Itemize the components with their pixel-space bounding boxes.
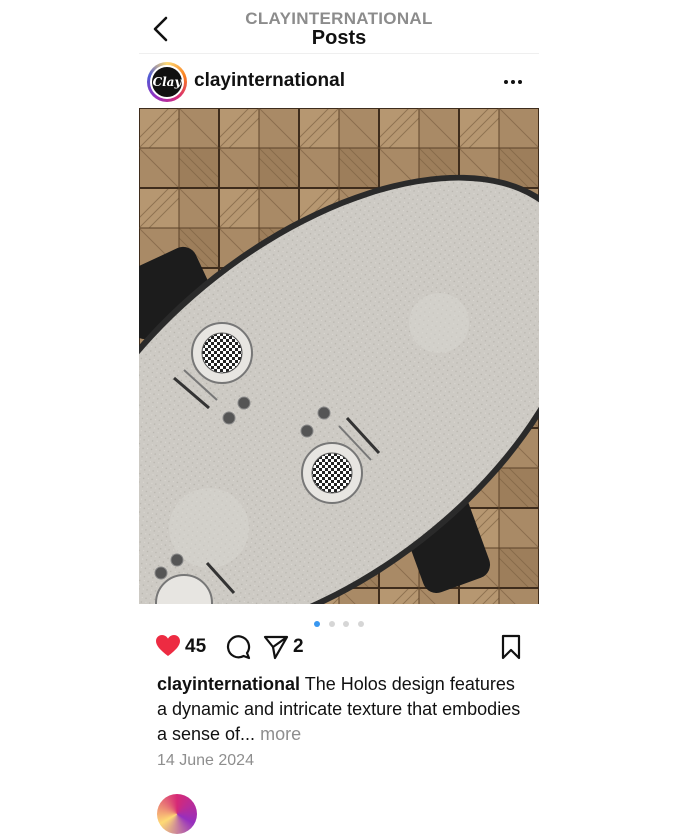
avatar[interactable]: Clay [147, 62, 187, 102]
carousel-dot [357, 621, 364, 627]
post-header: Clay clayinternational [139, 60, 539, 104]
more-options-button[interactable] [501, 72, 525, 92]
post-username[interactable]: clayinternational [194, 70, 345, 92]
top-bar: CLAYINTERNATIONAL Posts [139, 0, 539, 54]
post-image[interactable] [139, 108, 539, 604]
comment-icon [226, 635, 251, 660]
paper-plane-icon [263, 635, 289, 660]
carousel-indicator [139, 614, 539, 627]
carousel-dot-active [314, 621, 321, 627]
bookmark-icon [501, 634, 521, 660]
carousel-dot [343, 621, 350, 627]
action-bar: 45 2 [139, 632, 539, 662]
post-caption: clayinternational The Holos design featu… [157, 672, 527, 747]
page-title: Posts [311, 27, 367, 49]
post-screen: CLAYINTERNATIONAL Posts Clay clayinterna… [139, 0, 539, 834]
header-account-name: CLAYINTERNATIONAL [245, 9, 433, 28]
caption-more-link[interactable]: more [260, 724, 301, 744]
ellipsis-icon [504, 80, 522, 84]
share-button[interactable] [263, 634, 289, 665]
save-button[interactable] [500, 634, 522, 665]
carousel-dot [328, 621, 335, 627]
heart-icon [156, 635, 180, 656]
comment-button[interactable] [225, 634, 251, 665]
caption-username[interactable]: clayinternational [157, 674, 300, 694]
like-button[interactable] [155, 634, 181, 663]
like-count[interactable]: 45 [185, 636, 206, 658]
post-date: 14 June 2024 [157, 752, 254, 769]
next-post-avatar[interactable] [157, 794, 197, 834]
avatar-logo: Clay [150, 65, 184, 99]
share-count: 2 [293, 636, 304, 657]
